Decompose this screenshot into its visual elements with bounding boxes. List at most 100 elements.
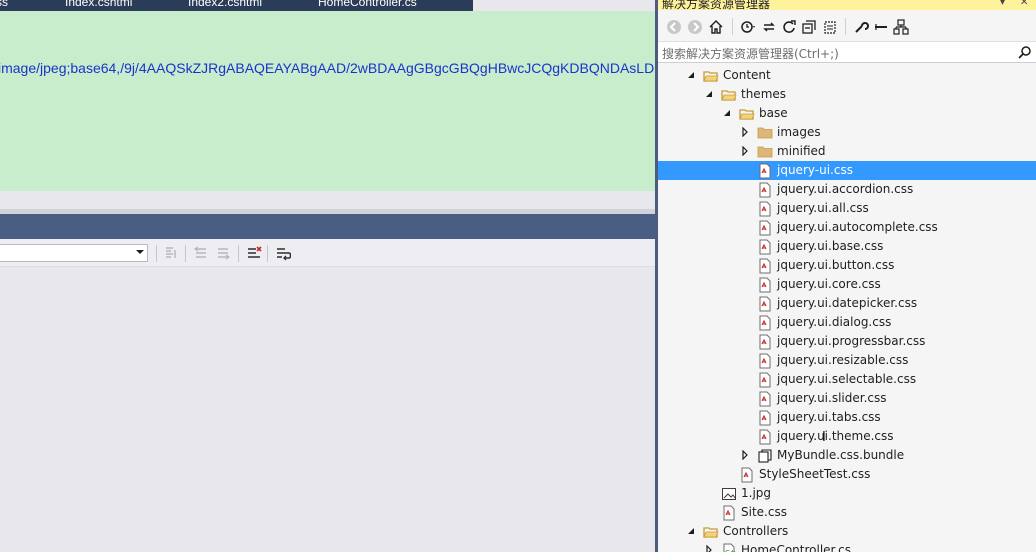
back-icon[interactable]: [666, 19, 682, 35]
toolbar-separator: [238, 245, 239, 262]
tree-item-label: 1.jpg: [741, 486, 772, 500]
refresh-icon[interactable]: [781, 19, 797, 35]
tree-item-label: jquery.ui.autocomplete.css: [777, 220, 938, 234]
tab-bar-empty-space: [473, 0, 655, 11]
tree-item[interactable]: jquery.ui.all.css: [658, 199, 1036, 218]
expanded-arrow-icon[interactable]: [704, 89, 714, 99]
tree-item[interactable]: jquery.ui.selectable.css: [658, 370, 1036, 389]
css-file-icon: [759, 182, 771, 198]
chevron-down-icon: [136, 250, 144, 254]
css-file-icon: [759, 239, 771, 255]
tree-item[interactable]: Content: [658, 66, 1036, 85]
expanded-arrow-icon[interactable]: [686, 70, 696, 80]
tree-item[interactable]: jquery.ui.autocomplete.css: [658, 218, 1036, 237]
forward-icon[interactable]: [687, 19, 703, 35]
tree-item-label: jquery.ui.theme.css: [777, 429, 894, 443]
tree-item[interactable]: themes: [658, 85, 1036, 104]
next-message-icon[interactable]: [215, 245, 231, 261]
tree-item[interactable]: jquery.ui.tabs.css: [658, 408, 1036, 427]
expanded-arrow-icon[interactable]: [686, 526, 696, 536]
folder-icon: [703, 71, 719, 82]
tree-item-label: jquery.ui.dialog.css: [777, 315, 892, 329]
collapsed-arrow-icon[interactable]: [740, 450, 750, 460]
tree-item-label: jquery-ui.css: [777, 163, 853, 177]
toolbar-separator: [845, 18, 846, 35]
tree-item[interactable]: minified: [658, 142, 1036, 161]
css-file-icon: [759, 315, 771, 331]
tree-item[interactable]: MyBundle.css.bundle: [658, 446, 1036, 465]
clear-all-icon[interactable]: [246, 245, 262, 261]
tree-item[interactable]: jquery.ui.base.css: [658, 237, 1036, 256]
tree-item-label: jquery.ui.resizable.css: [777, 353, 909, 367]
tree-item[interactable]: jquery-ui.css: [658, 161, 1036, 180]
code-editor[interactable]: image/jpeg;base64,/9j/4AAQSkZJRgABAQEAYA…: [0, 11, 655, 191]
collapsed-arrow-icon[interactable]: [740, 127, 750, 137]
previous-message-icon[interactable]: [193, 245, 209, 261]
tree-item[interactable]: jquery.ui.slider.css: [658, 389, 1036, 408]
tree-item-label: Controllers: [723, 524, 789, 538]
tree-item-label: themes: [741, 87, 787, 101]
solution-search-box[interactable]: 搜索解决方案资源管理器(Ctrl+;): [658, 41, 1036, 63]
output-panel-content[interactable]: [0, 267, 655, 552]
document-tab-bar: ss Index.cshtml Index2.cshtml HomeContro…: [0, 0, 655, 11]
solution-explorer: 解决方案资源管理器 ▾ ✕ 搜索解决方案资源管理器(Ctrl+;) Conten…: [658, 0, 1036, 552]
tree-item-label: jquery.ui.accordion.css: [777, 182, 914, 196]
tree-item-label: jquery.ui.tabs.css: [777, 410, 881, 424]
class-diagram-icon[interactable]: [893, 19, 909, 35]
tab-homecontroller-cs[interactable]: HomeController.cs: [318, 0, 417, 9]
css-file-icon: [759, 372, 771, 388]
editor-area: ss Index.cshtml Index2.cshtml HomeContro…: [0, 0, 655, 552]
tree-item[interactable]: jquery.ui.dialog.css: [658, 313, 1036, 332]
tree-item[interactable]: jquery.ui.datepicker.css: [658, 294, 1036, 313]
dropdown-icon[interactable]: ▾: [1000, 0, 1005, 8]
history-icon[interactable]: [740, 19, 756, 35]
tree-item-label: base: [759, 106, 788, 120]
css-file-icon: [759, 201, 771, 217]
tree-item-label: jquery.ui.base.css: [777, 239, 884, 253]
home-icon[interactable]: [708, 19, 724, 35]
collapsed-arrow-icon[interactable]: [704, 545, 714, 552]
tree-item[interactable]: jquery.ui.button.css: [658, 256, 1036, 275]
tree-item[interactable]: jquery.ui.progressbar.css: [658, 332, 1036, 351]
css-file-icon: [759, 277, 771, 293]
image-file-icon: [722, 488, 736, 500]
tree-item[interactable]: StyleSheetTest.css: [658, 465, 1036, 484]
show-all-files-icon[interactable]: [822, 19, 838, 35]
close-icon[interactable]: ✕: [1020, 0, 1028, 8]
expanded-arrow-icon[interactable]: [722, 108, 732, 118]
tree-item[interactable]: Controllers: [658, 522, 1036, 541]
folder-icon: [757, 127, 773, 139]
tab-ss[interactable]: ss: [0, 0, 8, 9]
csharp-file-icon: C#: [723, 543, 736, 552]
search-placeholder: 搜索解决方案资源管理器(Ctrl+;): [662, 47, 839, 61]
tree-item-label: jquery.ui.slider.css: [777, 391, 887, 405]
sync-icon[interactable]: [761, 19, 777, 35]
collapsed-arrow-icon[interactable]: [740, 146, 750, 156]
tree-item[interactable]: jquery.ui.core.css: [658, 275, 1036, 294]
tree-item[interactable]: jquery.ui.resizable.css: [658, 351, 1036, 370]
code-line: image/jpeg;base64,/9j/4AAQSkZJRgABAQEAYA…: [0, 60, 655, 76]
tree-item-label: jquery.ui.core.css: [777, 277, 881, 291]
find-message-icon[interactable]: [163, 245, 179, 261]
tree-item-label: HomeController.cs: [741, 543, 852, 552]
tree-item[interactable]: jquery.ui.theme.css: [658, 427, 1036, 446]
tree-item[interactable]: C# HomeController.cs: [658, 541, 1036, 552]
word-wrap-icon[interactable]: [275, 245, 291, 261]
tree-item[interactable]: jquery.ui.accordion.css: [658, 180, 1036, 199]
collapse-all-icon[interactable]: [801, 19, 817, 35]
folder-icon: [721, 90, 737, 101]
css-file-icon: [759, 296, 771, 312]
tree-item[interactable]: images: [658, 123, 1036, 142]
properties-icon[interactable]: [853, 19, 869, 35]
tree-item-label: jquery.ui.selectable.css: [777, 372, 917, 386]
tab-index-cshtml[interactable]: Index.cshtml: [65, 0, 132, 9]
minus-icon[interactable]: [873, 19, 889, 35]
toolbar-separator: [267, 245, 268, 262]
tree-item[interactable]: base: [658, 104, 1036, 123]
output-source-dropdown[interactable]: [0, 244, 148, 262]
search-icon[interactable]: [1018, 45, 1032, 59]
tree-item[interactable]: 1.jpg: [658, 484, 1036, 503]
css-file-icon: [759, 429, 771, 445]
tree-item[interactable]: Site.css: [658, 503, 1036, 522]
tab-index2-cshtml[interactable]: Index2.cshtml: [188, 0, 262, 9]
